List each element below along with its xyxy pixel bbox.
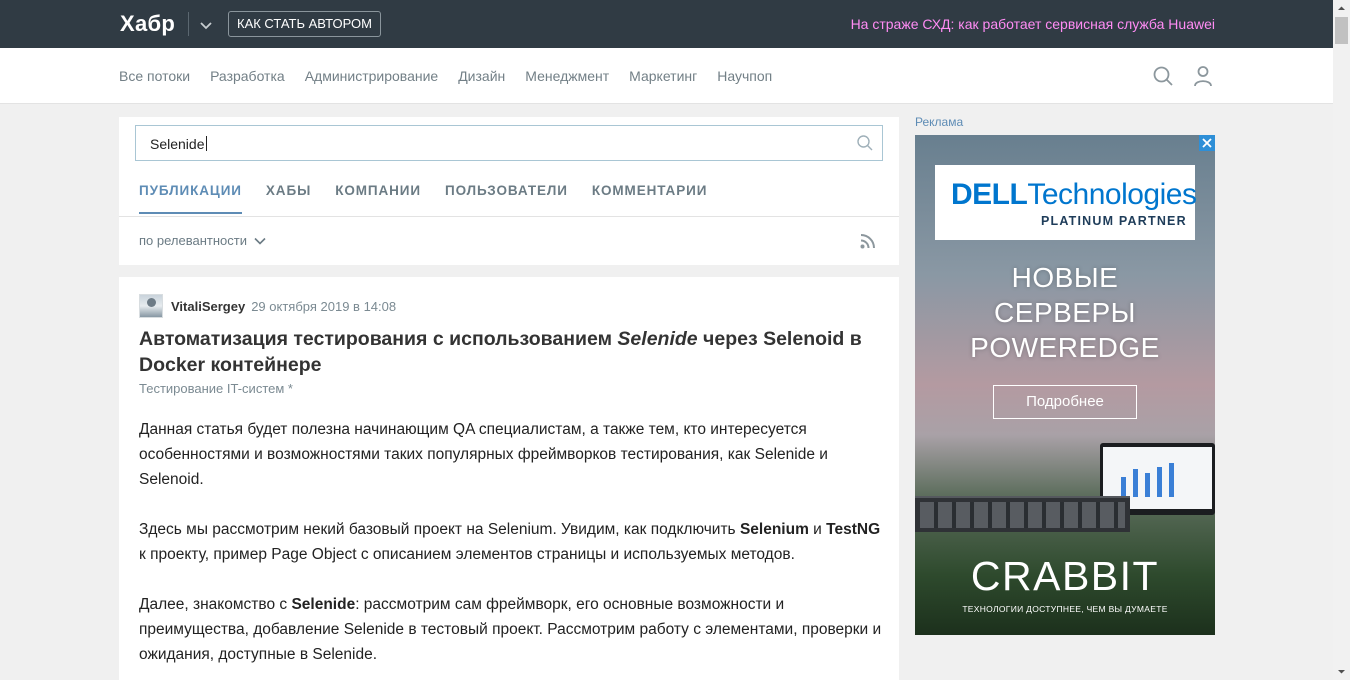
ad-label: Реклама [915,115,964,129]
article-paragraph: Здесь мы рассмотрим некий базовый проект… [139,517,884,567]
text-caret [205,136,207,151]
chevron-down-icon [254,237,266,245]
rss-icon[interactable] [859,232,877,250]
promo-link[interactable]: На страже СХД: как работает сервисная сл… [851,16,1215,32]
text-run: и [808,521,827,538]
nav-link-development[interactable]: Разработка [210,68,285,84]
crabbit-logo: CRABBIT [970,553,1160,599]
screen-bar [1157,467,1162,497]
keyword: Selenium [739,521,809,538]
search-input-value: Selenide [150,136,205,152]
nav-bar: Все потоки Разработка Администрирование … [0,48,1333,104]
tab-publications[interactable]: ПУБЛИКАЦИИ [139,183,242,214]
sort-dropdown[interactable]: по релевантности [139,233,267,248]
tab-companies[interactable]: КОМПАНИИ [335,183,421,214]
screen-bar [1121,477,1126,497]
habr-logo[interactable]: Хабр [120,11,175,37]
search-input[interactable]: Selenide [135,125,883,161]
search-submit-icon[interactable] [856,134,874,152]
flow-nav: Все потоки Разработка Администрирование … [119,68,772,84]
scroll-down-icon[interactable] [1333,663,1350,680]
server-grille [920,502,1125,528]
nav-link-administration[interactable]: Администрирование [305,68,439,84]
nav-link-design[interactable]: Дизайн [458,68,505,84]
keyword: Selenide [291,596,356,613]
article-meta: VitaliSergey 29 октября 2019 в 14:08 [139,294,396,318]
article-title-part: Автоматизация тестирования с использован… [139,328,618,350]
search-panel: Selenide ПУБЛИКАЦИИ ХАБЫ КОМПАНИИ ПОЛЬЗО… [119,117,899,265]
sort-label: по релевантности [139,233,247,248]
top-bar: Хабр КАК СТАТЬ АВТОРОМ На страже СХД: ка… [0,0,1333,48]
text-run: к проекту, пример Page Object с описание… [139,546,795,563]
dell-partner-logo: DELLTechnologies PLATINUM PARTNER [935,165,1197,240]
article-paragraph: Далее, знакомство с Selenide: рассмотрим… [139,592,884,667]
close-icon [1202,138,1212,148]
article-card: VitaliSergey 29 октября 2019 в 14:08 Авт… [119,277,899,680]
keyword: TestNG [826,521,881,538]
how-to-become-author-button[interactable]: КАК СТАТЬ АВТОРОМ [228,11,381,37]
screen-bar [1145,473,1150,497]
nav-link-popsci[interactable]: Научпоп [717,68,772,84]
ad-headline-line: СЕРВЕРЫ [994,297,1136,328]
dell-brand: DELL [951,178,1028,211]
avatar[interactable] [139,294,163,318]
dell-word: Technologies [1027,178,1197,211]
screen-bar [1133,469,1138,497]
ad-more-button[interactable]: Подробнее [993,385,1137,419]
ad-headline-line: НОВЫЕ [1011,262,1119,293]
post-date: 29 октября 2019 в 14:08 [251,298,397,314]
search-tabs: ПУБЛИКАЦИИ ХАБЫ КОМПАНИИ ПОЛЬЗОВАТЕЛИ КО… [139,183,707,214]
divider [188,12,189,36]
tab-users[interactable]: ПОЛЬЗОВАТЕЛИ [445,183,568,214]
scroll-up-icon[interactable] [1333,0,1350,17]
chevron-down-icon[interactable] [197,16,215,34]
article-title-highlight: Selenide [617,328,698,350]
article-title[interactable]: Автоматизация тестирования с использован… [139,326,879,378]
dell-partner-text: PLATINUM PARTNER [1041,214,1187,228]
nav-link-all-flows[interactable]: Все потоки [119,68,190,84]
article-hub[interactable]: Тестирование IT-систем * [139,381,293,396]
ad-headline-line: POWEREDGE [970,332,1160,363]
page-scrollbar[interactable] [1333,0,1350,680]
tab-hubs[interactable]: ХАБЫ [266,183,311,214]
text-run: Далее, знакомство с [139,596,292,613]
nav-link-marketing[interactable]: Маркетинг [629,68,697,84]
author-name[interactable]: VitaliSergey [171,299,245,314]
ad-close-button[interactable] [1199,135,1215,151]
user-icon[interactable] [1192,65,1214,87]
article-paragraph: Данная статья будет полезна начинающим Q… [139,421,828,488]
ad-banner[interactable]: DELLTechnologies PLATINUM PARTNER НОВЫЕ … [915,135,1215,635]
dell-logo: DELLTechnologies [951,178,1197,212]
tab-comments[interactable]: КОММЕНТАРИИ [592,183,707,214]
crabbit-tagline: ТЕХНОЛОГИИ ДОСТУПНЕЕ, ЧЕМ ВЫ ДУМАЕТЕ [962,604,1168,614]
text-run: Здесь мы рассмотрим некий базовый проект… [139,521,740,538]
search-icon[interactable] [1152,65,1174,87]
divider [119,216,899,217]
scrollbar-thumb[interactable] [1335,17,1348,44]
screen-bar [1169,463,1174,497]
server-illustration [915,496,1130,532]
nav-link-management[interactable]: Менеджмент [525,68,609,84]
